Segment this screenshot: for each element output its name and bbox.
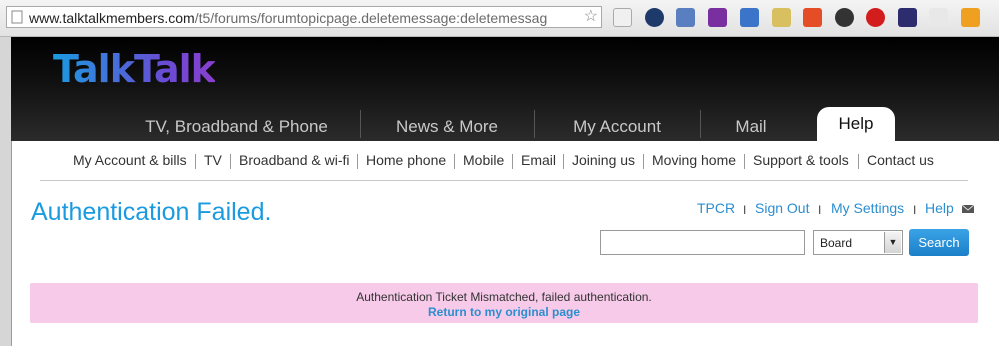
nav-mail[interactable]: Mail [701,113,801,141]
nav-news-more[interactable]: News & More [361,113,533,141]
user-link-help[interactable]: Help [925,200,954,216]
subnav-divider [512,154,513,169]
user-links-divider: I [818,203,822,217]
subnav-divider [563,154,564,169]
subnav-support-tools[interactable]: Support & tools [753,152,849,168]
stop-icon[interactable] [866,8,885,27]
user-links-divider: I [743,203,747,217]
search-scope-select[interactable]: Board ▼ [813,230,903,255]
circle-icon[interactable] [645,8,664,27]
subnav-email[interactable]: Email [521,152,556,168]
subnav-joining-us[interactable]: Joining us [572,152,635,168]
pencil-icon[interactable] [772,8,791,27]
page-icon [11,10,23,24]
shield-icon[interactable] [898,8,917,27]
mail-icon[interactable] [962,205,974,213]
alert-message: Authentication Ticket Mismatched, failed… [356,290,652,304]
url-host: www.talktalkmembers.com [29,10,195,26]
subnav-divider [230,154,231,169]
search-input[interactable] [600,230,805,255]
search-button[interactable]: Search [909,229,969,256]
user-link-my-settings[interactable]: My Settings [831,200,904,216]
subnav-divider [744,154,745,169]
subnav-tv[interactable]: TV [204,152,222,168]
page-title: Authentication Failed. [31,198,272,226]
url-text: www.talktalkmembers.com/t5/forums/forumt… [29,10,581,26]
hd-icon[interactable] [740,8,759,27]
gear-icon[interactable] [835,8,854,27]
n-icon[interactable] [708,8,727,27]
subnav-divider [195,154,196,169]
subnav-divider [858,154,859,169]
css-icon[interactable] [929,8,948,27]
network-icon[interactable] [676,8,695,27]
talktalk-logo[interactable]: TalkTalk [53,47,216,91]
browser-toolbar: www.talktalkmembers.com/t5/forums/forumt… [0,0,999,37]
site-header: TalkTalk TV, Broadband & Phone News & Mo… [11,37,999,141]
url-path: /t5/forums/forumtopicpage.deletemessage:… [194,10,548,26]
user-link-sign-out[interactable]: Sign Out [755,200,809,216]
nav-help[interactable]: Help [817,107,895,141]
error-alert: Authentication Ticket Mismatched, failed… [30,283,978,323]
nav-tv-broadband-phone[interactable]: TV, Broadband & Phone [114,113,359,141]
user-link-tpcr[interactable]: TPCR [697,200,735,216]
chevron-down-icon[interactable]: ▼ [884,232,901,253]
bookmark-star-icon[interactable]: ☆ [584,8,598,26]
subnav-divider [357,154,358,169]
user-links-divider: I [913,203,917,217]
page-icon[interactable] [613,8,632,27]
subnav-contact-us[interactable]: Contact us [867,152,934,168]
divider [40,180,968,181]
search-scope-value: Board [820,236,853,250]
css3-icon[interactable] [961,8,980,27]
subnav: My Account & bills TV Broadband & wi-fi … [0,152,999,172]
subnav-divider [643,154,644,169]
address-bar[interactable]: www.talktalkmembers.com/t5/forums/forumt… [6,6,602,28]
subnav-divider [454,154,455,169]
subnav-broadband-wifi[interactable]: Broadband & wi-fi [239,152,350,168]
subnav-my-account-bills[interactable]: My Account & bills [73,152,187,168]
return-link[interactable]: Return to my original page [30,305,978,319]
nav-my-account[interactable]: My Account [535,113,699,141]
subnav-home-phone[interactable]: Home phone [366,152,446,168]
subnav-moving-home[interactable]: Moving home [652,152,736,168]
subnav-mobile[interactable]: Mobile [463,152,504,168]
html5-icon[interactable] [803,8,822,27]
